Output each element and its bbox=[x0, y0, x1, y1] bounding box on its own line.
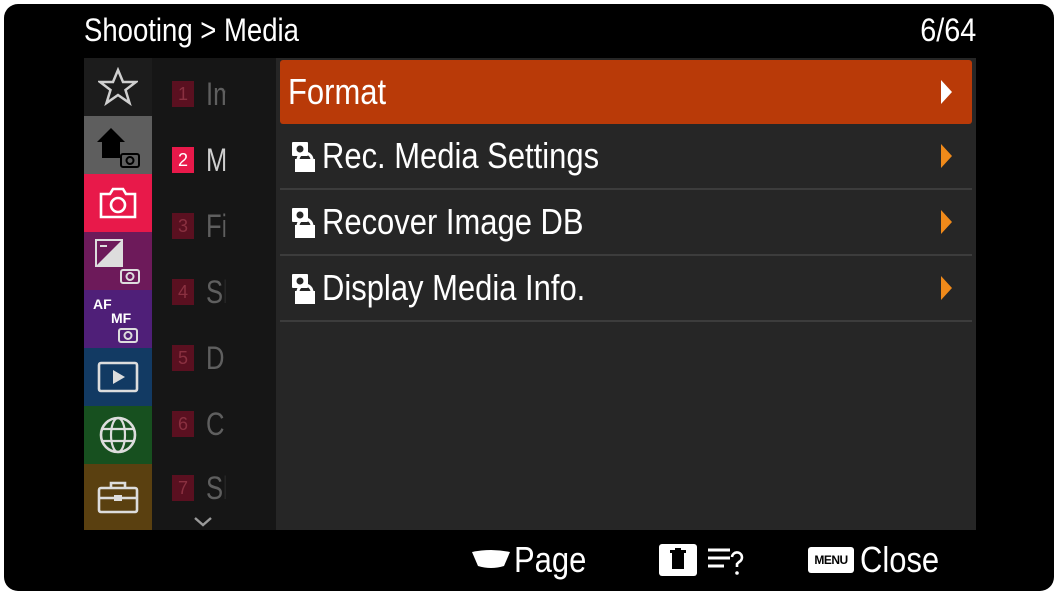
star-icon bbox=[98, 67, 138, 107]
camera-lock-icon bbox=[292, 142, 315, 172]
close-label: Close bbox=[860, 539, 940, 580]
trash-icon bbox=[659, 544, 697, 576]
submenu-item[interactable]: 3 Fi bbox=[172, 206, 272, 246]
menu-item-format[interactable]: Format bbox=[280, 60, 972, 124]
svg-text:MF: MF bbox=[111, 310, 132, 326]
submenu-number: 7 bbox=[172, 475, 194, 501]
help-guide-icon bbox=[708, 548, 744, 575]
home-camera-icon bbox=[97, 128, 140, 168]
tab-my-menu[interactable] bbox=[84, 58, 152, 116]
camera-lock-icon bbox=[292, 274, 315, 304]
tab-setup[interactable] bbox=[84, 464, 152, 530]
tab-main[interactable] bbox=[84, 116, 152, 174]
submenu-label: Dr bbox=[206, 339, 225, 376]
tab-shooting[interactable] bbox=[84, 174, 152, 232]
delete-help-guide[interactable] bbox=[658, 536, 744, 584]
submenu-item[interactable]: 5 Dr bbox=[172, 338, 272, 378]
page-counter: 6/64 bbox=[919, 12, 976, 48]
breadcrumb: Shooting > Media bbox=[84, 12, 299, 48]
menu-area: AF MF 1 I 2 M 3 Fi 4 S 5 D 6 C 7 S Forma… bbox=[84, 58, 976, 530]
chevron-right-icon bbox=[941, 80, 952, 104]
camera-icon bbox=[99, 187, 137, 219]
title-bar: Shooting > Media 6/64 bbox=[4, 4, 1054, 56]
submenu-number: 2 bbox=[172, 147, 194, 173]
menu-item-rec-media-settings[interactable]: Rec. Media Settings bbox=[280, 124, 972, 190]
menu-item-label: Recover Image DB bbox=[322, 201, 584, 242]
tab-exposure-color[interactable] bbox=[84, 232, 152, 290]
submenu-label: Im bbox=[206, 75, 225, 112]
submenu-label: Cc bbox=[206, 405, 225, 442]
submenu-number: 1 bbox=[172, 81, 194, 107]
footer-guide: Page MENU Close bbox=[4, 530, 1054, 591]
close-guide[interactable]: MENU Close bbox=[808, 536, 952, 584]
submenu-label: M bbox=[206, 141, 226, 178]
playback-icon bbox=[97, 361, 139, 393]
menu-items: Format Rec. Media Settings Recover Image… bbox=[280, 58, 976, 530]
camera-menu-screen: Shooting > Media 6/64 AF MF 1 I 2 M 3 Fi… bbox=[4, 4, 1054, 591]
chevron-right-icon bbox=[941, 144, 952, 168]
submenu-item[interactable]: 1 Im bbox=[172, 74, 272, 114]
svg-text:AF: AF bbox=[93, 296, 112, 312]
tab-playback[interactable] bbox=[84, 348, 152, 406]
chevron-right-icon bbox=[941, 276, 952, 300]
menu-item-label: Display Media Info. bbox=[322, 267, 586, 308]
submenu-item-active[interactable]: 2 M bbox=[172, 140, 272, 180]
toolbox-icon bbox=[97, 481, 139, 514]
submenu-column: 1 Im 2 M 3 Fi 4 Sh 5 Dr 6 Cc bbox=[152, 58, 276, 530]
tab-focus[interactable]: AF MF bbox=[84, 290, 152, 348]
submenu-label: Sh bbox=[206, 273, 225, 310]
menu-button-badge: MENU bbox=[808, 547, 854, 573]
submenu-item[interactable]: 4 Sh bbox=[172, 272, 272, 312]
menu-item-display-media-info[interactable]: Display Media Info. bbox=[280, 256, 972, 322]
network-globe-icon bbox=[99, 416, 137, 454]
submenu-label: Fi bbox=[206, 207, 226, 244]
submenu-item[interactable]: 6 Cc bbox=[172, 404, 272, 444]
chevron-right-icon bbox=[941, 210, 952, 234]
camera-lock-icon bbox=[292, 208, 315, 238]
chevron-down-icon bbox=[194, 517, 212, 527]
exposure-camera-icon bbox=[95, 239, 140, 284]
submenu-number: 3 bbox=[172, 213, 194, 239]
tab-network[interactable] bbox=[84, 406, 152, 464]
submenu-label: Sh bbox=[206, 469, 225, 506]
control-wheel-down-icon bbox=[472, 550, 510, 568]
page-guide[interactable]: Page bbox=[470, 536, 598, 584]
menu-item-label: Rec. Media Settings bbox=[322, 135, 600, 176]
submenu-item[interactable]: 7 Sh bbox=[172, 468, 272, 508]
category-tabs: AF MF bbox=[84, 58, 152, 530]
submenu-number: 6 bbox=[172, 411, 194, 437]
af-mf-camera-icon: AF MF bbox=[93, 296, 138, 343]
submenu-number: 4 bbox=[172, 279, 194, 305]
menu-item-recover-image-db[interactable]: Recover Image DB bbox=[280, 190, 972, 256]
submenu-number: 5 bbox=[172, 345, 194, 371]
menu-item-label: Format bbox=[288, 71, 387, 112]
page-label: Page bbox=[514, 539, 587, 580]
